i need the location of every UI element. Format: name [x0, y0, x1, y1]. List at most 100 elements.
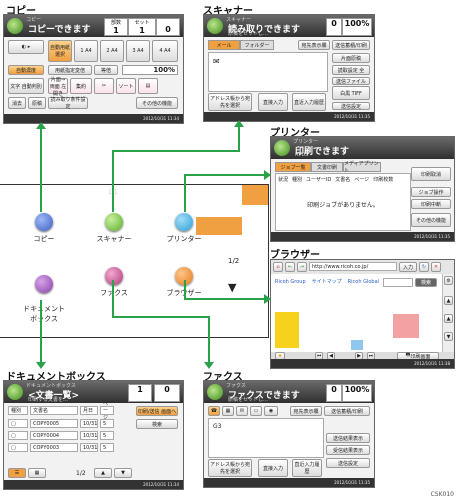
tray-1-button[interactable]: 1 A4 [74, 40, 98, 62]
destination-display-button[interactable]: 宛先表示欄 [290, 406, 322, 416]
app-document-box[interactable]: ドキュメント ボックス [10, 267, 78, 332]
print-send-screen-button[interactable]: 印刷/送信 画面へ [136, 406, 178, 416]
page-up-icon[interactable]: ▲ [94, 468, 112, 478]
link-sitemap[interactable]: サイトマップ [312, 278, 342, 285]
reload-icon[interactable]: ↻ [419, 262, 429, 272]
scroll-top-icon[interactable]: ▲ [444, 296, 453, 305]
tab-document-print[interactable]: 文書印刷 [311, 162, 343, 172]
table-row[interactable]: ▢ COPY0005 10/31 5 [8, 419, 114, 428]
reduce-button[interactable]: 片面原稿 [332, 53, 370, 63]
col-date[interactable]: 月日 [80, 406, 98, 415]
thumbnail-view-icon[interactable]: ▦ [28, 468, 46, 478]
page-down-icon[interactable]: ▼ [114, 468, 132, 478]
tray-2-button[interactable]: 2 A4 [100, 40, 124, 62]
folder-icon[interactable]: ▭ [250, 406, 262, 416]
tab-job-list[interactable]: ジョブ一覧 [275, 162, 311, 172]
print-cancel-button[interactable]: 印刷取消 [411, 167, 451, 181]
col-page[interactable]: ページ [100, 401, 114, 421]
browser-footer: 2012/10/31 11:38 [271, 359, 454, 368]
stack-icon[interactable]: ▤ [138, 78, 158, 94]
file-format-button[interactable]: 白黒 TIFF [332, 86, 370, 100]
col-type[interactable]: 種別 [8, 406, 28, 415]
spool-button[interactable]: 印刷中断 [411, 199, 451, 209]
docbox-column-header: 種別 文書名 月日 ページ [8, 401, 114, 421]
scroll-up-icon[interactable]: ▲ [444, 314, 453, 323]
scanner-footer: 2012/10/31 11:35 [204, 112, 374, 121]
text-mode-button[interactable]: 文字 自動判別 [8, 78, 44, 94]
tab-media-print[interactable]: メディアプリント [343, 161, 381, 174]
forward-icon[interactable]: → [297, 262, 307, 272]
tab-mail[interactable]: メール [208, 40, 240, 50]
table-row[interactable]: ▢ COPY0004 10/31 5 [8, 431, 114, 440]
manual-entry-button[interactable]: 直接入力 [258, 459, 288, 477]
col-name[interactable]: 文書名 [30, 406, 78, 415]
list-view-icon[interactable]: ☰ [8, 468, 26, 478]
duplex-button[interactable]: 片面→両面 左開き [48, 77, 68, 97]
color-mode-button[interactable]: ◐ ▸ [8, 40, 44, 54]
other-functions-button[interactable]: その他の機能 [411, 213, 451, 227]
reduce-enlarge-button[interactable]: 用紙指定変倍 [48, 65, 92, 75]
destination-area[interactable]: ✉ [208, 52, 328, 92]
erase-button[interactable]: 消去 [8, 97, 26, 109]
history-button[interactable]: 直近入力履歴 [292, 459, 322, 477]
history-button[interactable]: 直近入力履歴 [292, 93, 326, 111]
url-enter-button[interactable]: 入力 [399, 262, 417, 272]
fax-status-bar: ファクス ファクスできます 原稿をセットし… 0 100% [204, 381, 374, 403]
sort-button[interactable]: ソート [116, 78, 136, 94]
docbox-footer: 2012/10/31 11:34 [4, 480, 183, 489]
file-name: COPY0003 [30, 443, 78, 452]
home-next-page-icon[interactable]: ▼ [228, 281, 236, 294]
other-functions-button[interactable]: その他の機能 [136, 97, 178, 109]
copy-footer: 2012/10/31 11:34 [4, 114, 183, 123]
app-scanner[interactable]: スキャナー [90, 213, 138, 244]
app-fax[interactable]: ファクス [90, 267, 138, 298]
fax-number-icon[interactable]: ▦ [222, 406, 234, 416]
settings-icon[interactable]: ⚙ [444, 276, 453, 285]
send-file-button[interactable]: 送信ファイル [332, 77, 370, 85]
fax-destination-area[interactable]: G3 [208, 418, 324, 458]
web-content[interactable]: Ricoh Group サイトマップ Ricoh Global 検索 [271, 274, 442, 354]
search-button[interactable]: 検索 [136, 419, 178, 429]
receive-result-button[interactable]: 受信結果表示 [326, 445, 370, 455]
stop-icon[interactable]: ✕ [431, 262, 441, 272]
app-copy[interactable]: コピー [24, 213, 64, 244]
scroll-down-icon[interactable]: ▼ [444, 332, 453, 341]
send-storage-button[interactable]: 送信蓄積/印刷 [332, 40, 370, 50]
browser-scrollbar[interactable]: ⚙ ▲ ▲ ▼ [442, 274, 454, 354]
tray-3-button[interactable]: 3 A4 [126, 40, 150, 62]
send-options-button[interactable]: 送信設定 [326, 458, 370, 468]
destination-display-button[interactable]: 宛先表示欄 [298, 40, 330, 50]
web-search-button[interactable]: 検索 [415, 278, 437, 287]
arrow-browser-head [264, 294, 271, 304]
home-icon[interactable]: ⌂ [273, 262, 283, 272]
tray-4-button[interactable]: 4 A4 [152, 40, 178, 62]
app-printer[interactable]: プリンター [160, 213, 208, 244]
manual-entry-button[interactable]: 直接入力 [258, 93, 288, 111]
scan-settings-button[interactable]: 読み取り条件設定 [48, 97, 88, 110]
table-row[interactable]: ▢ COPY0003 10/31 5 [8, 443, 114, 452]
link-ricoh-global[interactable]: Ricoh Global [348, 279, 379, 285]
same-size-button[interactable]: 等倍 [94, 65, 118, 75]
combine-button[interactable]: 集約 [70, 78, 92, 94]
back-icon[interactable]: ← [285, 262, 295, 272]
original-button[interactable]: 原稿 [28, 97, 46, 109]
email-icon[interactable]: ✉ [236, 406, 248, 416]
staple-icon[interactable]: ✂ [94, 78, 114, 94]
tab-folder[interactable]: フォルダー [240, 40, 274, 50]
onetouch-icon[interactable]: ◉ [264, 406, 278, 416]
link-ricoh-group[interactable]: Ricoh Group [275, 279, 306, 285]
fax-icon[interactable]: ☎ [208, 406, 220, 416]
job-operation-button[interactable]: ジョブ操作 [411, 187, 451, 197]
send-result-button[interactable]: 送信結果表示 [326, 433, 370, 443]
arrow-browser-horizontal [184, 298, 264, 300]
send-storage-button[interactable]: 送信蓄積/印刷 [324, 406, 370, 416]
web-search-field[interactable] [383, 278, 413, 287]
auto-density-button[interactable]: 自動濃度 [8, 65, 44, 75]
url-field[interactable]: http://www.ricoh.co.jp/ [309, 262, 397, 271]
address-book-button[interactable]: アドレス帳から宛先を選択 [208, 459, 252, 477]
address-book-button[interactable]: アドレス帳から宛先を選択 [208, 93, 252, 111]
scan-settings-button[interactable]: 読取設定 全 [332, 65, 370, 75]
send-options-button[interactable]: 送信設定 [332, 102, 370, 110]
auto-paper-button[interactable]: 自動用紙選択 [48, 40, 72, 62]
copy-icon [35, 213, 53, 231]
